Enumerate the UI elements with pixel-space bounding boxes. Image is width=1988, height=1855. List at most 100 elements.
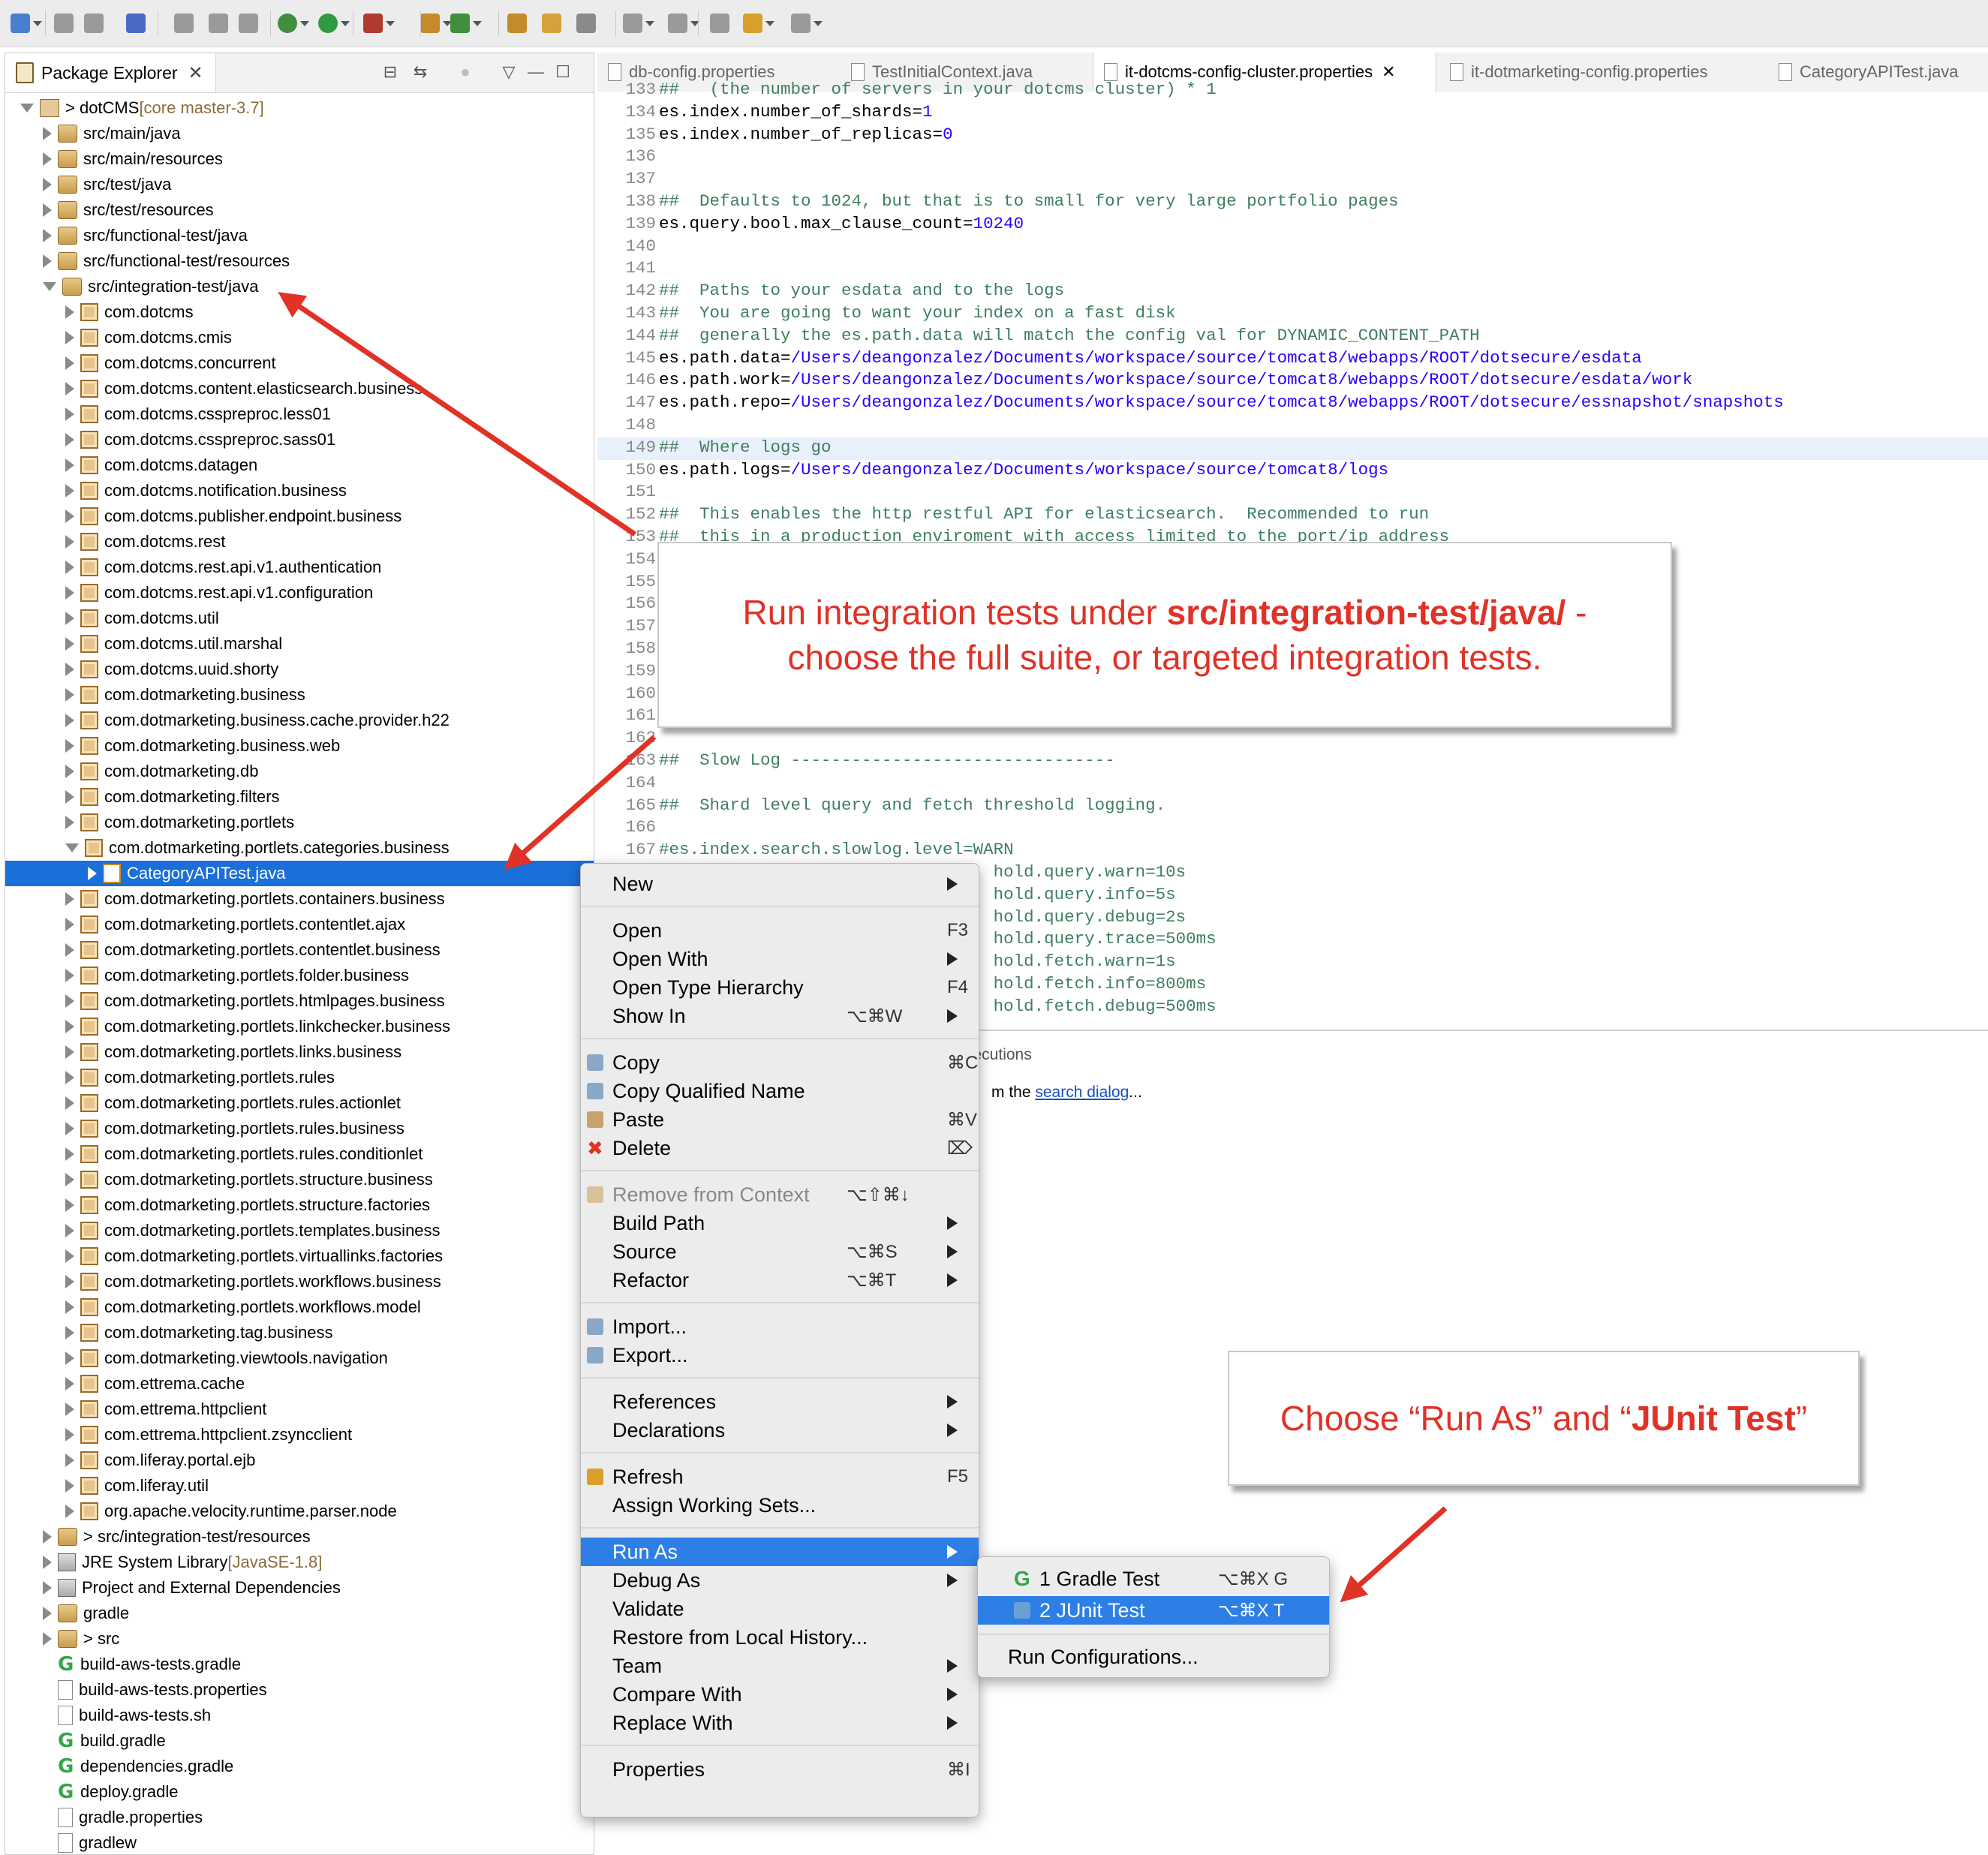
tree-item[interactable]: com.dotcms <box>5 299 594 325</box>
tree-item[interactable]: build-aws-tests.sh <box>5 1703 594 1728</box>
collapsed-chevron-icon[interactable] <box>65 1173 74 1186</box>
focus-icon[interactable]: ● <box>456 62 475 82</box>
collapsed-chevron-icon[interactable] <box>65 790 74 804</box>
tree-item[interactable]: src/functional-test/java <box>5 223 594 248</box>
tree-item[interactable]: gradle.properties <box>5 1805 594 1830</box>
open-type-icon[interactable] <box>507 12 527 35</box>
search-dialog-link[interactable]: search dialog <box>1035 1084 1129 1101</box>
back-icon[interactable] <box>743 12 774 35</box>
menu-item-new[interactable]: New <box>581 870 979 898</box>
collapsed-chevron-icon[interactable] <box>65 1224 74 1237</box>
collapsed-chevron-icon[interactable] <box>65 1505 74 1518</box>
tree-item[interactable]: build-aws-tests.properties <box>5 1677 594 1703</box>
menu-item-debug-as[interactable]: Debug As <box>581 1566 979 1595</box>
tree-item[interactable]: com.dotmarketing.portlets.contentlet.aja… <box>5 912 594 937</box>
new-icon[interactable] <box>11 12 42 35</box>
collapsed-chevron-icon[interactable] <box>43 1581 52 1595</box>
collapsed-chevron-icon[interactable] <box>65 994 74 1008</box>
collapsed-chevron-icon[interactable] <box>65 1198 74 1212</box>
tree-item[interactable]: src/test/resources <box>5 197 594 223</box>
tree-item[interactable]: > dotCMS [core master-3.7] <box>5 95 594 121</box>
tree-item[interactable]: com.ettrema.cache <box>5 1371 594 1397</box>
save-icon[interactable] <box>54 12 74 35</box>
collapsed-chevron-icon[interactable] <box>65 663 74 676</box>
menu-item-run-as[interactable]: Run As <box>581 1538 979 1566</box>
collapsed-chevron-icon[interactable] <box>43 127 52 140</box>
last-edit-icon[interactable] <box>710 12 729 35</box>
tree-item[interactable]: com.dotcms.notification.business <box>5 478 594 504</box>
tree-item[interactable]: com.dotmarketing.portlets.contentlet.bus… <box>5 937 594 963</box>
collapsed-chevron-icon[interactable] <box>65 1122 74 1135</box>
tree-item[interactable]: src/test/java <box>5 172 594 197</box>
run-icon[interactable] <box>318 12 350 35</box>
menu-item-2-junit-test[interactable]: 2 JUnit Test ⌥⌘X T <box>978 1596 1329 1625</box>
tree-item[interactable]: com.dotcms.rest <box>5 529 594 555</box>
tree-item[interactable]: src/functional-test/resources <box>5 248 594 274</box>
tree-item[interactable]: gradlew <box>5 1830 594 1854</box>
tree-item[interactable]: com.dotcms.cmis <box>5 325 594 350</box>
tree-item[interactable]: com.dotmarketing.portlets.linkchecker.bu… <box>5 1014 594 1039</box>
tree-item[interactable]: com.dotmarketing.business.web <box>5 733 594 759</box>
collapsed-chevron-icon[interactable] <box>65 382 74 395</box>
collapsed-chevron-icon[interactable] <box>65 892 74 906</box>
prev-annotation-icon[interactable] <box>668 12 699 35</box>
tree-item[interactable]: Gdeploy.gradle <box>5 1779 594 1805</box>
collapsed-chevron-icon[interactable] <box>65 1300 74 1314</box>
tree-item[interactable]: com.dotcms.datagen <box>5 452 594 478</box>
menu-item-open-type-hierarchy[interactable]: Open Type Hierarchy F4 <box>581 973 979 1002</box>
collapsed-chevron-icon[interactable] <box>65 1045 74 1059</box>
menu-item-team[interactable]: Team <box>581 1652 979 1680</box>
collapsed-chevron-icon[interactable] <box>65 1351 74 1365</box>
skip-breakpoints-icon[interactable] <box>126 12 146 35</box>
toggle-icon[interactable] <box>239 12 258 35</box>
menu-item-compare-with[interactable]: Compare With <box>581 1680 979 1709</box>
tree-item[interactable]: gradle <box>5 1601 594 1626</box>
collapsed-chevron-icon[interactable] <box>65 484 74 498</box>
collapsed-chevron-icon[interactable] <box>65 1275 74 1288</box>
search-icon[interactable] <box>576 12 596 35</box>
maximize-icon[interactable]: ☐ <box>553 62 573 82</box>
tree-item[interactable]: com.dotmarketing.portlets.templates.busi… <box>5 1218 594 1243</box>
tree-item[interactable]: com.dotcms.csspreproc.sass01 <box>5 427 594 452</box>
menu-item-source[interactable]: Source ⌥⌘S <box>581 1237 979 1266</box>
tree-item[interactable]: com.ettrema.httpclient <box>5 1397 594 1422</box>
menu-item-1-gradle-test[interactable]: G 1 Gradle Test ⌥⌘X G <box>978 1565 1329 1593</box>
collapsed-chevron-icon[interactable] <box>43 1607 52 1620</box>
tree-item[interactable]: com.dotmarketing.tag.business <box>5 1320 594 1345</box>
collapsed-chevron-icon[interactable] <box>43 152 52 166</box>
link-with-editor-icon[interactable]: ⇆ <box>411 62 430 82</box>
selected-tree-item[interactable]: CategoryAPITest.java <box>5 861 594 886</box>
tree-item[interactable]: Project and External Dependencies <box>5 1575 594 1601</box>
menu-item-show-in[interactable]: Show In ⌥⌘W <box>581 1002 979 1030</box>
tree-item[interactable]: com.dotcms.rest.api.v1.configuration <box>5 580 594 606</box>
collapsed-chevron-icon[interactable] <box>65 1071 74 1084</box>
collapsed-chevron-icon[interactable] <box>65 510 74 523</box>
open-folder-icon[interactable] <box>542 12 561 35</box>
tree-item[interactable]: Gbuild.gradle <box>5 1728 594 1754</box>
collapsed-chevron-icon[interactable] <box>43 178 52 191</box>
collapsed-chevron-icon[interactable] <box>65 561 74 574</box>
tree-item[interactable]: com.dotmarketing.portlets.containers.bus… <box>5 886 594 912</box>
editor-tab[interactable]: CategoryAPITest.java <box>1768 53 1988 92</box>
tree-item[interactable]: com.dotcms.util <box>5 606 594 631</box>
tree-item[interactable]: com.liferay.util <box>5 1473 594 1499</box>
collapsed-chevron-icon[interactable] <box>65 1428 74 1442</box>
collapsed-chevron-icon[interactable] <box>65 407 74 421</box>
tree-item[interactable]: com.dotcms.util.marshal <box>5 631 594 657</box>
tree-item[interactable]: com.dotmarketing.portlets.links.business <box>5 1039 594 1065</box>
menu-item-paste[interactable]: Paste ⌘V <box>581 1105 979 1134</box>
collapsed-chevron-icon[interactable] <box>65 714 74 727</box>
menu-item-refresh[interactable]: Refresh F5 <box>581 1463 979 1491</box>
tree-item[interactable]: com.dotmarketing.portlets.rules.conditio… <box>5 1141 594 1167</box>
expanded-chevron-icon[interactable] <box>65 843 79 852</box>
collapsed-chevron-icon[interactable] <box>43 1530 52 1544</box>
tree-item[interactable]: com.dotmarketing.portlets.rules.actionle… <box>5 1090 594 1116</box>
menu-item-open[interactable]: Open F3 <box>581 916 979 945</box>
close-icon[interactable]: ✕ <box>188 62 203 84</box>
collapsed-chevron-icon[interactable] <box>43 229 52 242</box>
tree-item[interactable]: Gbuild-aws-tests.gradle <box>5 1652 594 1677</box>
forward-icon[interactable] <box>791 12 823 35</box>
close-icon[interactable]: ✕ <box>1382 62 1395 82</box>
menu-item-export[interactable]: Export... <box>581 1341 979 1369</box>
collapsed-chevron-icon[interactable] <box>65 612 74 625</box>
